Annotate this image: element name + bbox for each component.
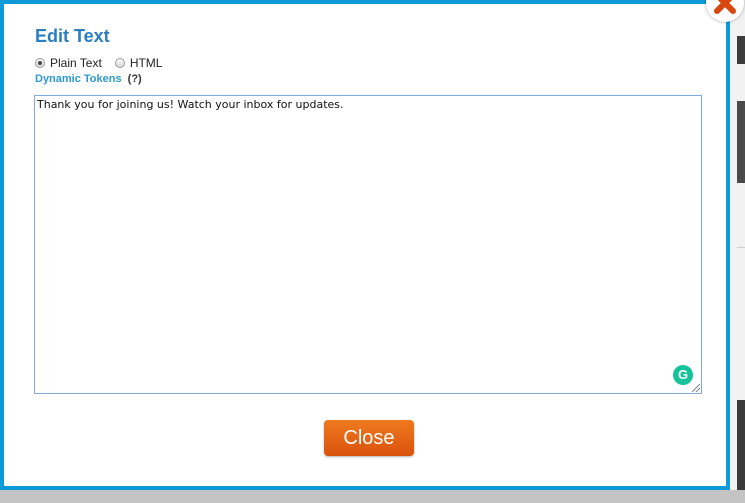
background-bottom-bar bbox=[0, 490, 745, 503]
dynamic-tokens-row: Dynamic Tokens (?) bbox=[35, 73, 142, 85]
editor-content[interactable]: Thank you for joining us! Watch your inb… bbox=[37, 98, 344, 111]
tokens-help-link[interactable]: (?) bbox=[128, 73, 142, 85]
resize-grip-icon[interactable] bbox=[692, 384, 700, 392]
background-page bbox=[729, 0, 745, 490]
grammarly-icon[interactable]: G bbox=[673, 365, 693, 385]
plain-text-label[interactable]: Plain Text bbox=[50, 56, 102, 70]
edit-text-dialog: Edit Text Plain Text HTML Dynamic Tokens… bbox=[0, 0, 730, 490]
format-radio-group: Plain Text HTML bbox=[35, 55, 175, 71]
html-radio[interactable] bbox=[114, 58, 125, 68]
plain-text-radio[interactable] bbox=[35, 58, 45, 68]
dynamic-tokens-link[interactable]: Dynamic Tokens bbox=[35, 73, 122, 85]
html-label[interactable]: HTML bbox=[130, 56, 163, 70]
dialog-title: Edit Text bbox=[35, 26, 110, 46]
text-editor[interactable]: Thank you for joining us! Watch your inb… bbox=[34, 95, 702, 394]
close-button[interactable]: Close bbox=[324, 420, 414, 456]
